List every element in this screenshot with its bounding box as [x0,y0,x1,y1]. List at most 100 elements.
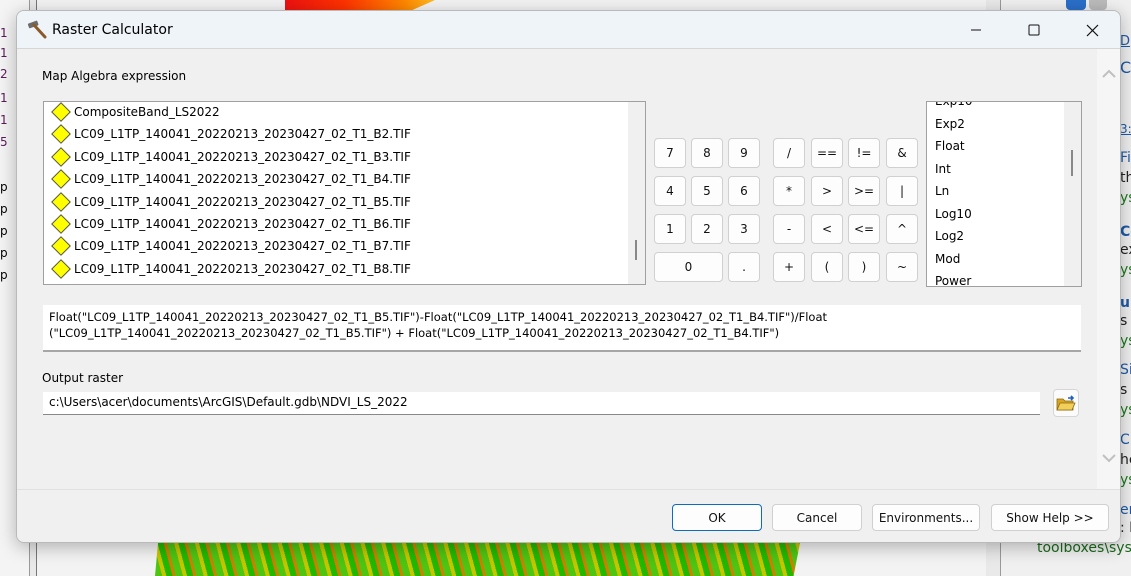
calc-button-multiply[interactable]: * [773,176,805,206]
maximize-button[interactable] [1005,11,1063,49]
bg-text: 5 [0,135,8,149]
calc-button-1[interactable]: 1 [654,214,686,244]
dialog-title: Raster Calculator [52,22,173,38]
function-item[interactable]: Exp10 [935,102,973,108]
function-item[interactable]: Ln [935,184,949,198]
functions-scrollbar[interactable] [1064,102,1081,286]
calc-button-divide[interactable]: / [773,138,805,168]
function-item[interactable]: Float [935,139,965,153]
layer-item[interactable]: LC09_L1TP_140041_20220213_20230427_02_T1… [51,168,411,190]
scroll-up-icon[interactable] [1100,67,1118,85]
calc-button-greater[interactable]: > [811,176,843,206]
layer-item[interactable]: LC09_L1TP_140041_20220213_20230427_02_T1… [51,146,411,168]
bg-text: p [0,268,8,282]
calc-button-xor[interactable]: ^ [886,214,918,244]
calc-button-6[interactable]: 6 [728,176,760,206]
close-icon [1086,24,1098,36]
bg-text: 1 [0,26,8,40]
calc-button-greater-equal[interactable]: >= [848,176,880,206]
bg-text: p [0,224,8,238]
calc-button-equal[interactable]: == [811,138,843,168]
bg-text: s [1120,382,1128,398]
raster-layer-icon [51,236,71,256]
calc-button-and[interactable]: & [886,138,918,168]
calc-button-less[interactable]: < [811,214,843,244]
show-help-button[interactable]: Show Help >> [991,504,1109,531]
bg-text: Fi [1120,150,1131,166]
bg-text: Co [1120,224,1131,240]
calc-button-7[interactable]: 7 [654,138,686,168]
output-raster-input[interactable]: c:\Users\acer\documents\ArcGIS\Default.g… [43,392,1040,415]
dialog-scrollbar[interactable] [1097,49,1120,489]
functions-list[interactable]: Exp10 Exp2 Float Int Ln Log10 Log2 Mod P… [926,101,1082,287]
bg-text: ex [1120,242,1131,258]
bg-text: p [0,246,8,260]
map-algebra-label: Map Algebra expression [42,69,187,83]
calc-button-open-paren[interactable]: ( [811,252,843,282]
layers-scrollbar[interactable] [628,102,645,284]
calc-button-not-equal[interactable]: != [848,138,880,168]
bg-text: 1 [0,46,8,60]
raster-layer-icon [51,214,71,234]
hammer-icon [26,19,48,39]
function-item[interactable]: Int [935,162,951,176]
function-item[interactable]: Mod [935,252,960,266]
layer-item[interactable]: LC09_L1TP_140041_20220213_20230427_02_T1… [51,191,411,213]
layer-name: LC09_L1TP_140041_20220213_20230427_02_T1… [74,195,411,209]
bg-text: C [1120,58,1131,77]
function-item[interactable]: Log2 [935,229,964,243]
expression-textbox[interactable]: Float("LC09_L1TP_140041_20220213_2023042… [43,305,1081,352]
raster-layer-icon [51,124,71,144]
scrollbar-thumb[interactable] [1071,150,1073,176]
bg-text: 2 [0,67,8,81]
calc-button-plus[interactable]: + [773,252,805,282]
bg-text: ys [1120,262,1131,278]
maximize-icon [1028,24,1040,36]
calc-button-5[interactable]: 5 [691,176,723,206]
layer-item[interactable]: LC09_L1TP_140041_20220213_20230427_02_T1… [51,235,411,257]
function-item[interactable]: Log10 [935,207,972,221]
back-arrow-icon [1066,0,1086,10]
layer-item[interactable]: LC09_L1TP_140041_20220213_20230427_02_T1… [51,123,411,145]
ok-button[interactable]: OK [672,504,762,531]
close-button[interactable] [1063,11,1120,49]
bg-text: s [1120,313,1128,329]
title-bar[interactable]: Raster Calculator [17,11,1120,49]
browse-button[interactable] [1053,389,1079,417]
calc-button-less-equal[interactable]: <= [848,214,880,244]
raster-map-image [155,543,800,576]
layer-name: LC09_L1TP_140041_20220213_20230427_02_T1… [74,262,411,276]
raster-layer-icon [51,102,71,122]
minimize-button[interactable] [947,11,1005,49]
calc-button-4[interactable]: 4 [654,176,686,206]
environments-button[interactable]: Environments... [872,504,980,531]
calc-button-not[interactable]: ~ [886,252,918,282]
bg-text: p [0,180,8,194]
calc-button-minus[interactable]: - [773,214,805,244]
scroll-down-icon[interactable] [1100,451,1118,469]
calc-button-close-paren[interactable]: ) [848,252,880,282]
bg-text: D [1120,34,1131,49]
layer-name: LC09_L1TP_140041_20220213_20230427_02_T1… [74,239,411,253]
layer-item[interactable]: LC09_L1TP_140041_20220213_20230427_02_T1… [51,213,411,235]
layer-name: LC09_L1TP_140041_20220213_20230427_02_T1… [74,127,411,141]
expression-line: Float("LC09_L1TP_140041_20220213_2023042… [49,310,828,324]
layer-name: LC09_L1TP_140041_20220213_20230427_02_T1… [74,150,411,164]
function-item[interactable]: Exp2 [935,117,965,131]
raster-map-image [285,0,435,10]
scrollbar-thumb[interactable] [635,240,637,260]
calc-button-3[interactable]: 3 [728,214,760,244]
calc-button-0[interactable]: 0 [654,252,723,282]
calc-button-8[interactable]: 8 [691,138,723,168]
bg-text: 1 [0,113,8,127]
calc-button-9[interactable]: 9 [728,138,760,168]
layer-item[interactable]: LC09_L1TP_140041_20220213_20230427_02_T1… [51,258,411,280]
bg-text: Si [1120,362,1131,378]
layer-item[interactable]: CompositeBand_LS2022 [51,102,220,123]
calc-button-2[interactable]: 2 [691,214,723,244]
layers-list[interactable]: CompositeBand_LS2022 LC09_L1TP_140041_20… [43,101,646,285]
cancel-button[interactable]: Cancel [772,504,862,531]
function-item[interactable]: Power [935,274,971,286]
calc-button-or[interactable]: | [886,176,918,206]
calc-button-decimal[interactable]: . [728,252,760,282]
